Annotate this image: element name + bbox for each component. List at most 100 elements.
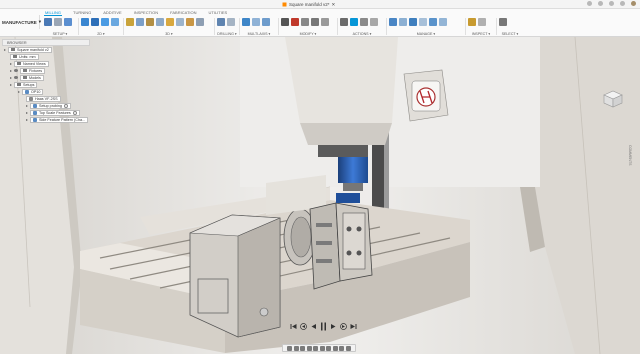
pause-icon[interactable] xyxy=(320,322,327,331)
expand-arrow-icon[interactable] xyxy=(10,76,12,79)
ribbon-group-manage[interactable]: MANAGE ▾ xyxy=(389,16,463,37)
ramp-icon[interactable] xyxy=(176,18,184,26)
look-at-icon[interactable] xyxy=(293,345,299,351)
tree-item-units[interactable]: Units: mm xyxy=(2,53,90,60)
scallop-icon[interactable] xyxy=(156,18,164,26)
tree-item-side-feature-pattern[interactable]: Side Feature Pattern (Cha... xyxy=(2,116,90,123)
interference-icon[interactable] xyxy=(478,18,486,26)
play-back-icon[interactable] xyxy=(310,323,317,330)
pencil-icon[interactable] xyxy=(196,18,204,26)
grid-icon[interactable] xyxy=(326,345,332,351)
tree-item-top-scale-features[interactable]: Top Scale Features xyxy=(2,109,90,116)
display-settings-icon[interactable] xyxy=(319,345,325,351)
orbit-icon[interactable] xyxy=(287,345,293,351)
collapse-arrow-icon[interactable] xyxy=(10,83,12,86)
avatar[interactable] xyxy=(631,1,636,6)
visibility-eye-icon[interactable] xyxy=(14,69,18,72)
setup-sheet-icon[interactable] xyxy=(370,18,378,26)
camera-icon[interactable] xyxy=(339,345,345,351)
pattern-icon[interactable] xyxy=(64,18,72,26)
expand-arrow-icon[interactable] xyxy=(26,104,28,107)
machine-library-icon[interactable] xyxy=(419,18,427,26)
new-tab-icon[interactable] xyxy=(587,1,592,6)
fit-icon[interactable] xyxy=(313,345,319,351)
simulate-icon[interactable] xyxy=(350,18,358,26)
post-process-icon[interactable] xyxy=(360,18,368,26)
tree-item-root[interactable]: Square manifold v2 xyxy=(2,46,90,53)
ribbon-group-modify[interactable]: MODIFY ▾ xyxy=(281,16,335,37)
template-library-icon[interactable] xyxy=(399,18,407,26)
post-library-icon[interactable] xyxy=(409,18,417,26)
skip-to-end-icon[interactable] xyxy=(350,323,357,330)
new-folder-icon[interactable] xyxy=(54,18,62,26)
ribbon-group-2d[interactable]: 2D ▾ xyxy=(81,16,121,37)
expand-arrow-icon[interactable] xyxy=(10,69,12,72)
ribbon-group-drilling[interactable]: DRILLING ▾ xyxy=(217,16,237,37)
setup-icon[interactable] xyxy=(44,18,52,26)
copy-icon[interactable] xyxy=(301,18,309,26)
3d-viewport[interactable]: COMMENTS xyxy=(0,36,640,354)
nc-program-icon[interactable] xyxy=(439,18,447,26)
comments-panel-toggle[interactable]: COMMENTS xyxy=(628,145,632,165)
tool-library-icon[interactable] xyxy=(389,18,397,26)
notifications-icon[interactable] xyxy=(609,1,614,6)
view-cube[interactable] xyxy=(602,90,624,108)
generate-icon[interactable] xyxy=(340,18,348,26)
expand-arrow-icon[interactable] xyxy=(10,62,12,65)
flow-icon[interactable] xyxy=(262,18,270,26)
skip-to-start-icon[interactable] xyxy=(290,323,297,330)
paste-icon[interactable] xyxy=(311,18,319,26)
play-forward-icon[interactable] xyxy=(330,323,337,330)
swarf-icon[interactable] xyxy=(242,18,250,26)
browser-header[interactable]: BROWSER xyxy=(2,39,90,46)
task-manager-icon[interactable] xyxy=(429,18,437,26)
hole-recognition-icon[interactable] xyxy=(227,18,235,26)
ribbon-group-setup[interactable]: SETUP ▾ xyxy=(44,16,76,37)
section-analysis-icon[interactable] xyxy=(345,345,351,351)
steep-shallow-icon[interactable] xyxy=(146,18,154,26)
2d-contour-icon[interactable] xyxy=(111,18,119,26)
ribbon-group-multi-axis[interactable]: MULTI-AXIS ▾ xyxy=(242,16,276,37)
tree-item-named-views[interactable]: Named Views xyxy=(2,60,90,67)
ribbon-group-actions[interactable]: ACTIONS ▾ xyxy=(340,16,384,37)
select-arrow-icon[interactable] xyxy=(499,18,507,26)
delete-icon[interactable] xyxy=(291,18,299,26)
parallel-icon[interactable] xyxy=(186,18,194,26)
drill-icon[interactable] xyxy=(217,18,225,26)
tree-item-setup-probing[interactable]: Setup probing xyxy=(2,102,90,109)
scissors-icon[interactable] xyxy=(281,18,289,26)
tree-item-machine[interactable]: Haas VF-2SS xyxy=(2,95,90,102)
ribbon-group-inspect[interactable]: INSPECT ▾ xyxy=(468,16,494,37)
workspace-switcher[interactable]: MANUFACTURE ▾ xyxy=(2,15,41,29)
ribbon-group-select[interactable]: SELECT ▾ xyxy=(499,16,521,37)
2d-pocket-icon[interactable] xyxy=(91,18,99,26)
ribbon-group-3d[interactable]: 3D ▾ xyxy=(126,16,212,37)
step-back-icon[interactable] xyxy=(299,323,307,330)
jobs-icon[interactable] xyxy=(598,1,603,6)
measure-icon[interactable] xyxy=(468,18,476,26)
contour-icon[interactable] xyxy=(166,18,174,26)
visibility-eye-icon[interactable] xyxy=(14,76,18,79)
expand-arrow-icon[interactable] xyxy=(26,111,28,114)
collapse-arrow-icon[interactable] xyxy=(18,90,20,93)
expand-arrow-icon[interactable] xyxy=(26,118,28,121)
tree-item-op10[interactable]: OP10 xyxy=(2,88,90,95)
2d-adaptive-icon[interactable] xyxy=(81,18,89,26)
close-tab-icon[interactable]: ✕ xyxy=(332,2,336,8)
collapse-arrow-icon[interactable] xyxy=(4,48,6,51)
face-icon[interactable] xyxy=(101,18,109,26)
tree-item-fixtures[interactable]: Fixtures xyxy=(2,67,90,74)
adaptive-clearing-icon[interactable] xyxy=(126,18,134,26)
step-forward-icon[interactable] xyxy=(339,323,347,330)
tree-item-models[interactable]: Models xyxy=(2,74,90,81)
multi-axis-contour-icon[interactable] xyxy=(252,18,260,26)
duplicate-icon[interactable] xyxy=(321,18,329,26)
viewports-icon[interactable] xyxy=(332,345,338,351)
zoom-icon[interactable] xyxy=(306,345,312,351)
tree-item-setups[interactable]: Setups xyxy=(2,81,90,88)
help-icon[interactable] xyxy=(620,1,625,6)
pan-icon[interactable] xyxy=(300,345,306,351)
document-tab[interactable]: Square manifold v2* ✕ xyxy=(282,1,335,8)
group-label-3d: 3D ▾ xyxy=(165,32,173,36)
pocket-clearing-icon[interactable] xyxy=(136,18,144,26)
